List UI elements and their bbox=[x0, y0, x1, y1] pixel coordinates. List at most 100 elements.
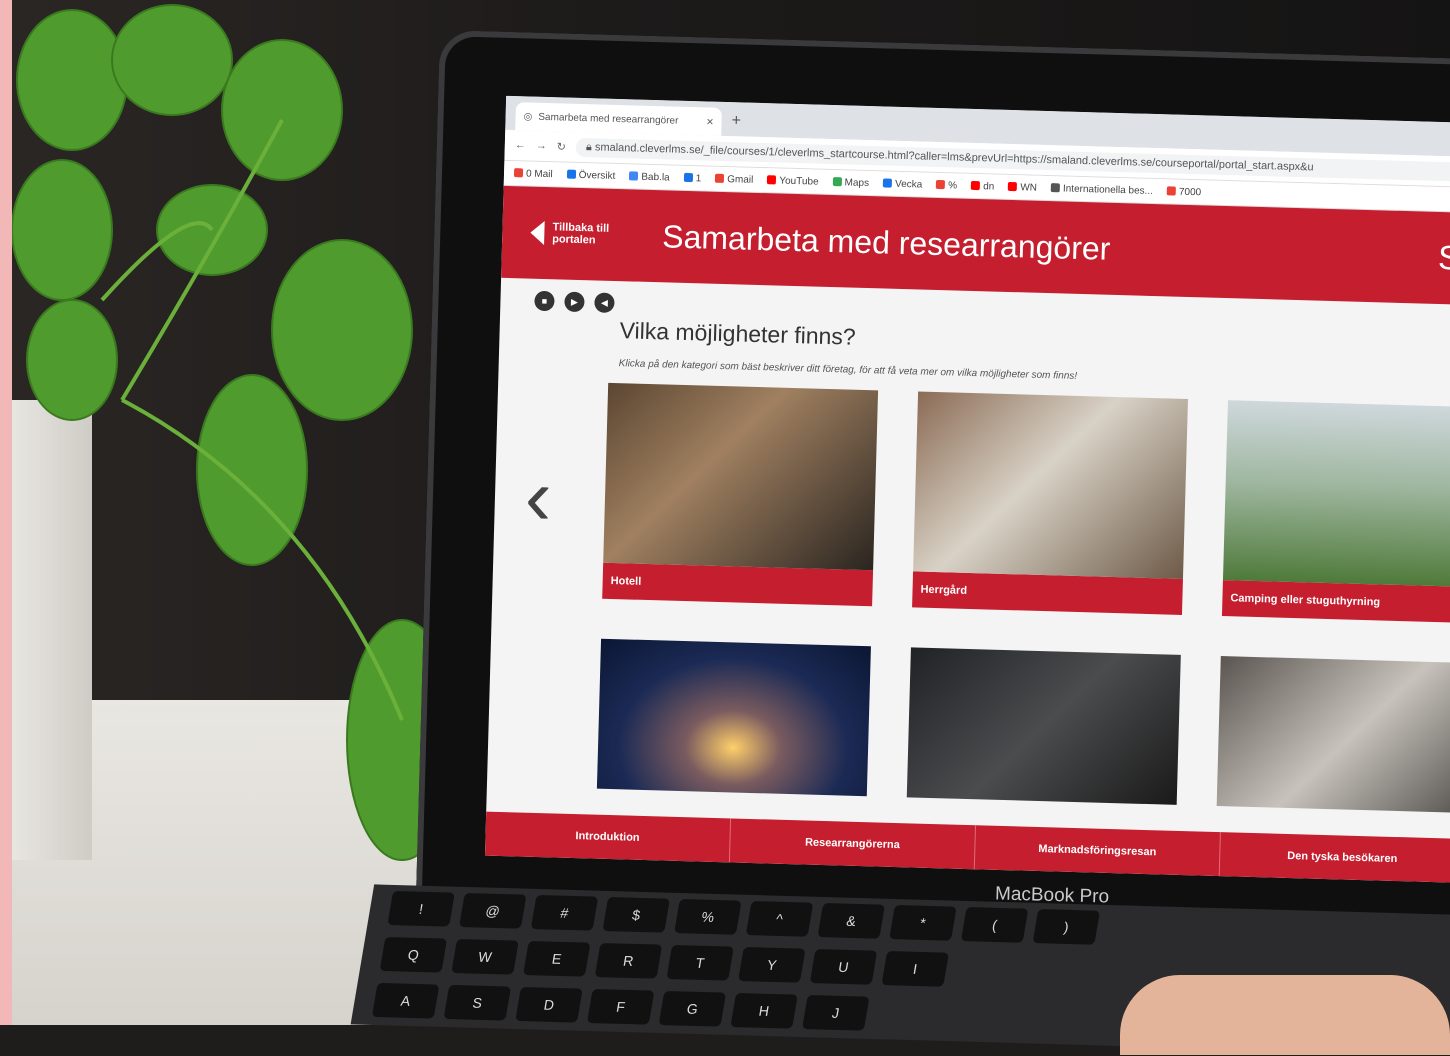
back-to-portal-button[interactable]: Tillbaka till portalen bbox=[530, 220, 623, 248]
card-label: Camping eller stuguthyrning bbox=[1221, 580, 1450, 624]
keyboard-key: W bbox=[451, 938, 519, 975]
browser-window: ◎ Samarbeta med researrangörer × + ← → ↻… bbox=[484, 95, 1450, 883]
bookmark-icon bbox=[566, 169, 576, 180]
bookmark-label: Bab.la bbox=[641, 171, 670, 183]
keyboard-key: $ bbox=[602, 896, 670, 933]
bookmark-item[interactable]: 7000 bbox=[1166, 186, 1202, 198]
kitchen-image bbox=[906, 647, 1181, 805]
play-icon[interactable]: ▶ bbox=[564, 291, 585, 313]
bookmark-icon bbox=[767, 175, 777, 185]
keyboard-key: D bbox=[515, 986, 583, 1023]
bookmark-label: Gmail bbox=[727, 173, 754, 186]
category-grid: Hotell Herrgård Camping eller stuguthyrn… bbox=[596, 382, 1450, 814]
category-card-glamping[interactable] bbox=[596, 638, 871, 797]
card-label: Hotell bbox=[602, 562, 874, 607]
workshop-image bbox=[1216, 656, 1450, 814]
tab-title: Samarbeta med researrangörer bbox=[538, 111, 679, 127]
bookmark-icon bbox=[1166, 186, 1177, 196]
category-card-herrgard[interactable]: Herrgård bbox=[912, 391, 1188, 615]
keyboard-key: F bbox=[586, 988, 655, 1025]
chevron-left-icon[interactable]: ‹ bbox=[524, 451, 553, 544]
bookmark-item[interactable]: Gmail bbox=[715, 173, 753, 185]
bookmark-label: % bbox=[948, 179, 958, 191]
nav-introduktion[interactable]: Introduktion bbox=[484, 811, 732, 863]
bookmark-label: 0 Mail bbox=[525, 167, 553, 180]
category-card-hotell[interactable]: Hotell bbox=[602, 382, 879, 607]
keyboard-key: S bbox=[443, 984, 512, 1021]
bookmark-item[interactable]: WN bbox=[1008, 181, 1037, 193]
stop-icon[interactable]: ■ bbox=[534, 290, 555, 312]
bookmark-label: Översikt bbox=[578, 169, 616, 182]
bookmark-item[interactable]: 0 Mail bbox=[513, 167, 553, 180]
globe-icon: ◎ bbox=[523, 110, 533, 123]
keyboard-key: E bbox=[523, 940, 591, 977]
bookmark-label: Internationella bes... bbox=[1062, 182, 1154, 197]
reload-icon[interactable]: ↻ bbox=[557, 140, 567, 153]
nav-researrangorerna[interactable]: Researrangörerna bbox=[729, 818, 977, 870]
bookmark-icon bbox=[513, 168, 524, 178]
pink-border bbox=[0, 0, 12, 1025]
course-title: Samarbeta med researrangörer bbox=[661, 217, 1111, 267]
volume-icon[interactable]: ◀ bbox=[594, 292, 615, 313]
bookmark-label: 1 bbox=[695, 172, 702, 184]
keyboard-key: R bbox=[594, 942, 663, 979]
bookmark-icon bbox=[882, 178, 893, 189]
back-label: Tillbaka till portalen bbox=[552, 221, 610, 247]
close-icon[interactable]: × bbox=[706, 114, 713, 128]
keyboard-key: # bbox=[530, 894, 599, 931]
bookmark-icon bbox=[936, 180, 946, 190]
bookmark-icon bbox=[683, 173, 693, 183]
forward-arrow-icon[interactable]: → bbox=[536, 140, 547, 152]
bookmark-item[interactable]: Maps bbox=[832, 177, 869, 189]
bookmark-label: 7000 bbox=[1178, 186, 1202, 198]
nav-marknadsforingsresan[interactable]: Marknadsföringsresan bbox=[974, 825, 1221, 877]
keyboard-key: Y bbox=[738, 946, 806, 983]
bookmark-item[interactable]: % bbox=[936, 179, 957, 191]
category-card-camping[interactable]: Camping eller stuguthyrning bbox=[1221, 400, 1450, 624]
category-card-restaurant[interactable] bbox=[906, 647, 1181, 805]
keyboard-key: H bbox=[730, 992, 798, 1029]
back-arrow-icon bbox=[530, 220, 545, 245]
keyboard-key: Q bbox=[379, 936, 448, 973]
bookmark-label: dn bbox=[983, 180, 995, 193]
plant-leaves bbox=[12, 4, 458, 861]
bookmark-item[interactable]: Vecka bbox=[882, 178, 922, 190]
bookmark-item[interactable]: Internationella bes... bbox=[1050, 182, 1154, 197]
keyboard-key: * bbox=[889, 905, 957, 941]
category-card-workshop[interactable] bbox=[1216, 656, 1450, 814]
category-carousel: ‹ Hotell Herrgård Camping eller stuguthy… bbox=[487, 380, 1450, 827]
bookmark-item[interactable]: 1 bbox=[683, 172, 702, 184]
glamping-tent-image bbox=[596, 638, 871, 797]
browser-tab[interactable]: ◎ Samarbeta med researrangörer × bbox=[515, 102, 722, 136]
new-tab-button[interactable]: + bbox=[721, 112, 751, 137]
nav-tyska-besokaren[interactable]: Den tyska besökaren bbox=[1219, 832, 1450, 883]
bookmark-item[interactable]: Översikt bbox=[566, 169, 616, 182]
keyboard-key: ! bbox=[387, 890, 455, 927]
bookmark-label: Maps bbox=[844, 176, 870, 189]
bookmark-item[interactable]: Bab.la bbox=[629, 171, 670, 183]
keyboard-key: J bbox=[802, 994, 870, 1031]
keyboard-key: ) bbox=[1032, 909, 1101, 945]
hotel-reception-image bbox=[603, 382, 879, 571]
bookmark-icon bbox=[832, 177, 842, 187]
keyboard-key: I bbox=[881, 951, 949, 987]
manor-image bbox=[913, 391, 1188, 579]
card-label: Herrgård bbox=[912, 571, 1183, 615]
brand-logo-partial: Sr bbox=[1437, 238, 1450, 278]
keyboard-key: ^ bbox=[745, 900, 814, 937]
keyboard-key: % bbox=[674, 898, 742, 935]
bookmark-label: WN bbox=[1020, 181, 1038, 194]
bookmark-icon bbox=[1008, 182, 1018, 192]
keyboard-key: G bbox=[658, 990, 727, 1027]
keyboard-key: T bbox=[666, 944, 734, 981]
bookmark-icon bbox=[971, 181, 981, 191]
bookmark-item[interactable]: YouTube bbox=[767, 175, 819, 187]
bookmark-item[interactable]: dn bbox=[971, 180, 994, 192]
laptop-screen-frame: ◎ Samarbeta med researrangörer × + ← → ↻… bbox=[415, 30, 1450, 952]
back-arrow-icon[interactable]: ← bbox=[515, 139, 526, 151]
keyboard-key: A bbox=[371, 982, 440, 1019]
keyboard-key: ( bbox=[960, 907, 1029, 943]
bookmark-icon bbox=[1050, 183, 1061, 193]
bookmark-label: YouTube bbox=[779, 175, 819, 188]
user-hand bbox=[1120, 975, 1450, 1055]
